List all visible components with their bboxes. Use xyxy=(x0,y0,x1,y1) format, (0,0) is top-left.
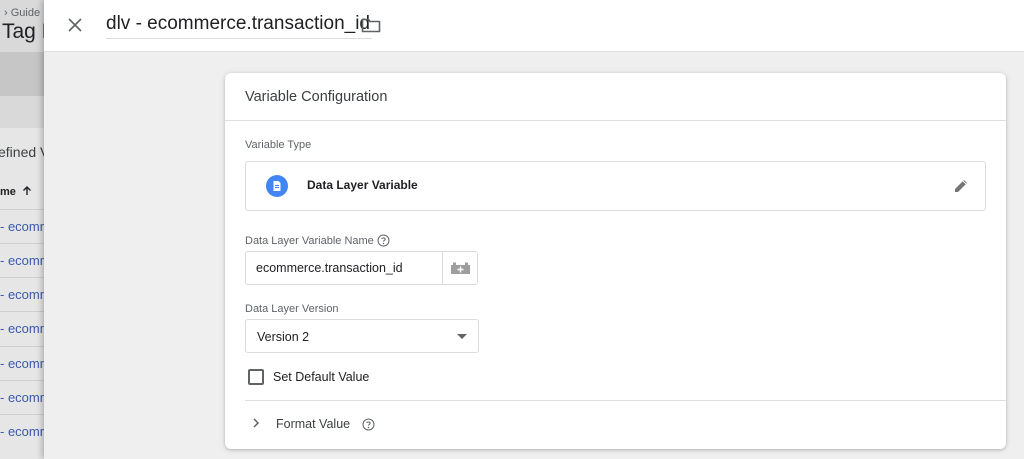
overlay-header: dlv - ecommerce.transaction_id xyxy=(44,0,1024,52)
format-value-label: Format Value xyxy=(276,417,351,431)
sort-arrow-up-icon xyxy=(22,186,31,195)
background-breadcrumb: › Guide xyxy=(4,7,41,19)
variable-name-field[interactable]: dlv - ecommerce.transaction_id xyxy=(106,13,372,39)
variable-type-label: Variable Type xyxy=(245,139,312,151)
pencil-icon[interactable] xyxy=(951,176,971,196)
close-icon xyxy=(68,18,82,32)
version-label: Data Layer Version xyxy=(245,303,339,315)
dlv-name-input[interactable] xyxy=(245,251,443,285)
background-section-title: efined V xyxy=(0,144,50,160)
section-divider xyxy=(245,400,1006,401)
card-title: Variable Configuration xyxy=(245,89,388,105)
default-value-label[interactable]: Set Default Value xyxy=(273,370,369,384)
chevron-right-icon xyxy=(253,418,260,428)
caret-down-icon xyxy=(457,334,467,339)
version-select[interactable]: Version 2 xyxy=(245,319,479,353)
folder-icon xyxy=(361,18,381,33)
close-button[interactable] xyxy=(64,14,86,36)
card-divider xyxy=(225,120,1006,121)
column-header-label: me xyxy=(0,186,16,198)
help-icon[interactable] xyxy=(377,234,390,247)
help-icon[interactable] xyxy=(362,418,375,431)
variable-configuration-card: Variable Configuration Variable Type Dat… xyxy=(225,73,1006,449)
folder-button[interactable] xyxy=(360,14,382,36)
variable-editor-overlay: dlv - ecommerce.transaction_id Variable … xyxy=(44,0,1024,459)
variable-type-name: Data Layer Variable xyxy=(307,178,418,192)
dlv-name-label: Data Layer Variable Name xyxy=(245,235,374,247)
document-icon xyxy=(266,175,288,197)
background-column-header[interactable]: me xyxy=(0,186,32,198)
version-select-value: Version 2 xyxy=(257,330,310,344)
variable-picker-icon xyxy=(451,262,470,274)
default-value-checkbox[interactable] xyxy=(248,369,264,385)
format-value-toggle[interactable]: Format Value xyxy=(245,411,545,437)
insert-variable-button[interactable] xyxy=(442,251,478,285)
variable-type-selector[interactable]: Data Layer Variable xyxy=(245,161,986,211)
